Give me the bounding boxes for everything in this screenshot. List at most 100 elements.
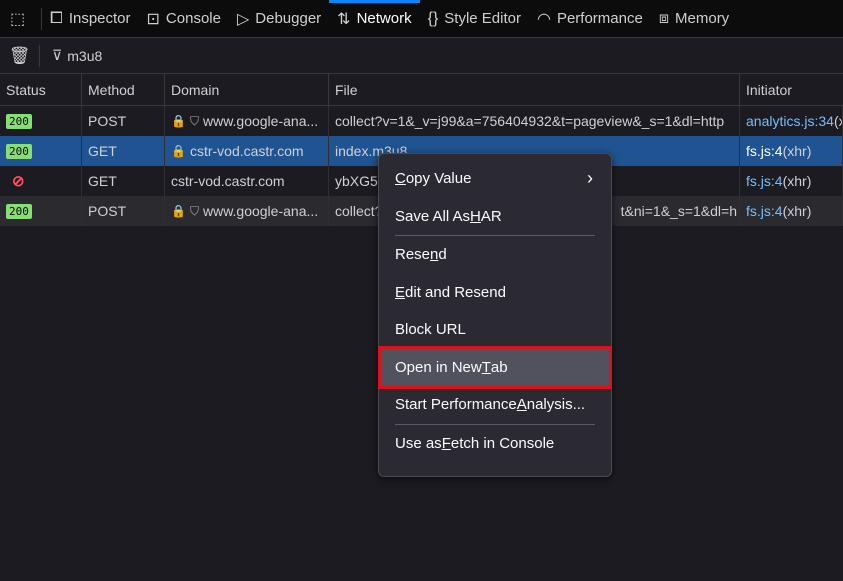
filter-value: m3u8: [67, 47, 103, 64]
label-part: opy Value: [405, 170, 472, 188]
column-header-method[interactable]: Method: [82, 74, 165, 105]
tracker-shield-icon: ⛉: [189, 203, 199, 218]
status-cell: ⊘: [0, 166, 82, 196]
tab-network[interactable]: ⇅ Network: [329, 0, 421, 38]
file-tail: t&ni=1&_s=1&dl=h: [620, 203, 737, 219]
tab-console[interactable]: ⊡ Console: [139, 0, 229, 38]
lock-icon: 🔒: [171, 114, 186, 128]
status-cell: 200: [0, 136, 82, 166]
menu-item-edit-and-resend[interactable]: Edit and Resend: [379, 274, 611, 312]
filter-icon: ⊽: [52, 47, 63, 63]
file-cell: collect?v=1&_v=j99&a=756404932&t=pagevie…: [329, 106, 740, 136]
method: GET: [88, 143, 117, 159]
menu-item-use-as-fetch-in-console[interactable]: Use as Fetch in Console: [379, 425, 611, 463]
status-badge: 200: [6, 203, 32, 219]
devtools-tab-bar: ⬚ ⧠ Inspector ⊡ Console ▷ Debugger ⇅ Network {} St…: [0, 0, 843, 38]
domain: cstr-vod.castr.com: [171, 173, 285, 189]
network-toolbar: 🗑 ⊽ m3u8: [0, 38, 843, 74]
label-part: nalysis...: [526, 396, 586, 414]
method-cell: GET: [82, 166, 165, 196]
accesskey: A: [516, 396, 527, 414]
method-cell: GET: [82, 136, 165, 166]
tab-label: Performance: [556, 10, 643, 27]
tab-label: Debugger: [255, 10, 322, 27]
trash-icon: 🗑: [8, 45, 31, 65]
accesskey: T: [481, 358, 491, 376]
method: POST: [88, 203, 127, 219]
initiator-type: (xhr): [782, 143, 812, 159]
menu-item-block-url[interactable]: Block URL: [379, 311, 611, 349]
domain-cell: 🔒 ⛉ www.google-ana...: [165, 106, 329, 136]
initiator-cell: fs.js:4 (xhr): [740, 166, 843, 196]
tab-label: Console: [165, 10, 221, 27]
tab-label: Style Editor: [444, 10, 521, 27]
tab-label: Inspector: [68, 10, 131, 27]
method-cell: POST: [82, 106, 165, 136]
label-part: AR: [480, 207, 502, 225]
style-editor-icon: {}: [427, 9, 439, 27]
element-picker-button[interactable]: ⬚: [0, 7, 42, 30]
column-header-file[interactable]: File: [329, 74, 740, 105]
table-header: Status Method Domain File Initiator: [0, 74, 843, 106]
initiator-cell: fs.js:4 (xhr): [740, 136, 843, 166]
initiator-link[interactable]: fs.js:4: [746, 203, 783, 219]
method: POST: [88, 113, 127, 129]
initiator-type: (xhr): [782, 203, 812, 219]
tab-performance[interactable]: ◠ Performance: [529, 0, 651, 38]
initiator-cell: analytics.js:34 (x: [740, 106, 843, 136]
table-row[interactable]: 200 POST 🔒 ⛉ www.google-ana... collect?v=1&_v…: [0, 106, 843, 136]
tab-label: Memory: [675, 10, 730, 27]
menu-item-open-in-new-tab[interactable]: Open in New Tab: [378, 345, 612, 389]
accesskey: C: [395, 170, 406, 188]
chevron-right-icon: ›: [587, 168, 593, 189]
label-part: d: [438, 246, 447, 264]
tracker-shield-icon: ⛉: [189, 113, 199, 128]
column-header-status[interactable]: Status: [0, 74, 82, 105]
context-menu: Copy Value › Save All As H AR Rese n d Edit and…: [378, 153, 612, 477]
accesskey: n: [430, 246, 439, 264]
menu-item-copy-value[interactable]: Copy Value ›: [379, 160, 611, 198]
debugger-icon: ▷: [236, 10, 250, 28]
domain-cell: 🔒 cstr-vod.castr.com: [165, 136, 329, 166]
menu-item-start-performance-analysis[interactable]: Start Performance Analysis...: [379, 386, 611, 424]
column-header-domain[interactable]: Domain: [165, 74, 329, 105]
clear-button[interactable]: 🗑: [0, 44, 40, 67]
accesskey: H: [470, 207, 481, 225]
initiator-link[interactable]: analytics.js:34: [746, 113, 834, 129]
tab-memory[interactable]: ⧈ Memory: [651, 0, 737, 38]
blocked-icon: ⊘: [12, 173, 25, 190]
initiator-link[interactable]: fs.js:4: [746, 173, 783, 189]
column-header-initiator[interactable]: Initiator: [740, 74, 843, 105]
status-cell: 200: [0, 196, 82, 226]
accesskey: E: [395, 283, 406, 301]
tab-label: Network: [356, 10, 412, 27]
initiator-type: (xhr): [782, 173, 812, 189]
element-picker-icon: ⬚: [9, 10, 26, 28]
domain: www.google-ana...: [202, 203, 319, 219]
tab-inspector[interactable]: ⧠ Inspector: [42, 0, 139, 38]
label-part: Use as: [395, 434, 442, 452]
method: GET: [88, 173, 117, 189]
label-part: Block URL: [395, 321, 466, 339]
tab-debugger[interactable]: ▷ Debugger: [229, 0, 329, 38]
label-part: Open in New: [395, 358, 482, 376]
status-badge: 200: [6, 113, 32, 129]
console-icon: ⊡: [146, 10, 160, 28]
initiator-link[interactable]: fs.js:4: [746, 143, 783, 159]
label-part: Start Performance: [395, 396, 517, 414]
label-part: etch in Console: [450, 434, 555, 452]
menu-item-resend[interactable]: Rese n d: [379, 236, 611, 274]
menu-item-save-all-as-har[interactable]: Save All As H AR: [379, 198, 611, 236]
label-part: Save All As: [395, 207, 471, 225]
domain: www.google-ana...: [202, 113, 319, 129]
network-icon: ⇅: [337, 10, 351, 28]
label-part: ab: [490, 358, 508, 376]
file: ybXG5: [335, 173, 378, 189]
tab-style-editor[interactable]: {} Style Editor: [420, 0, 529, 38]
initiator-cell: fs.js:4 (xhr): [740, 196, 843, 226]
lock-icon: 🔒: [171, 144, 186, 158]
file: collect?v=1&_v=j99&a=756404932&t=pagevie…: [335, 113, 725, 129]
domain-cell: 🔒 ⛉ www.google-ana...: [165, 196, 329, 226]
filter-input[interactable]: ⊽ m3u8: [52, 47, 102, 64]
initiator-type: (x: [833, 113, 842, 129]
